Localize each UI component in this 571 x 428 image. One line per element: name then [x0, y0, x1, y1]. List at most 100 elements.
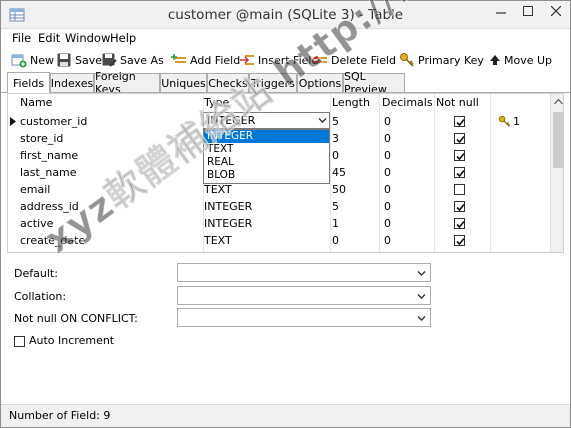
primary-key-icon: [498, 115, 510, 127]
tab-uniques[interactable]: Uniques: [160, 73, 207, 92]
field-name-cell[interactable]: address_id: [20, 198, 79, 215]
column-header-length[interactable]: Length: [332, 96, 370, 109]
field-decimals-cell[interactable]: 0: [384, 164, 391, 181]
menu-edit[interactable]: Edit: [38, 31, 60, 45]
field-name-cell[interactable]: store_id: [20, 130, 63, 147]
save-label: Save: [75, 53, 103, 67]
not-null-conflict-label: Not null ON CONFLICT:: [14, 312, 138, 325]
field-row[interactable]: create_date TEXT 0 0: [8, 232, 550, 249]
auto-increment-label: Auto Increment: [29, 334, 115, 347]
close-button[interactable]: [541, 1, 570, 21]
save-button[interactable]: Save: [56, 50, 102, 70]
save-as-button[interactable]: Save As: [101, 50, 164, 70]
field-type-cell[interactable]: TEXT: [204, 232, 232, 249]
field-properties-panel: Default: Collation: Not null ON CONFLICT…: [1, 257, 570, 397]
tab-sql-preview[interactable]: SQL Preview: [343, 70, 405, 96]
field-length-cell[interactable]: 5: [332, 198, 339, 215]
minimize-button[interactable]: [487, 1, 514, 21]
chevron-down-icon: [417, 316, 426, 321]
field-length-cell[interactable]: 3: [332, 130, 339, 147]
column-header-not-null[interactable]: Not null: [436, 96, 479, 109]
field-name-cell[interactable]: last_name: [20, 164, 77, 181]
grid-vertical-scrollbar[interactable]: [550, 94, 563, 252]
column-header-name[interactable]: Name: [20, 96, 52, 109]
not-null-conflict-combobox[interactable]: [177, 308, 431, 327]
insert-field-label: Insert Field: [258, 53, 319, 67]
type-combobox[interactable]: INTEGER: [203, 112, 330, 129]
field-row[interactable]: active INTEGER 1 0: [8, 215, 550, 232]
add-field-button[interactable]: Add Field: [171, 50, 240, 70]
tab-options[interactable]: Options: [297, 73, 343, 92]
add-field-icon: [171, 54, 186, 63]
add-field-label: Add Field: [190, 53, 241, 67]
new-button[interactable]: New: [11, 50, 54, 70]
column-header-type[interactable]: Type: [204, 96, 229, 109]
field-name-cell[interactable]: first_name: [20, 147, 78, 164]
tab-foreign-keys[interactable]: Foreign Keys: [94, 70, 160, 96]
minimize-icon: [495, 12, 506, 14]
title-bar[interactable]: customer @main (SQLite 3) - Table: [1, 1, 570, 29]
chevron-down-icon[interactable]: [318, 116, 327, 125]
move-up-button[interactable]: Move Up: [489, 50, 552, 70]
field-type-cell[interactable]: INTEGER: [204, 198, 252, 215]
field-name-cell[interactable]: email: [20, 181, 50, 198]
field-length-cell[interactable]: 5: [332, 113, 339, 130]
window-title: customer @main (SQLite 3) - Table: [167, 7, 404, 23]
scroll-up-icon[interactable]: [554, 98, 563, 105]
field-length-cell[interactable]: 45: [332, 164, 346, 181]
tab-fields[interactable]: Fields: [7, 72, 50, 93]
menu-bar: File Edit Window Help: [1, 29, 570, 47]
not-null-checkbox[interactable]: [454, 235, 465, 246]
maximize-icon: [522, 6, 533, 16]
maximize-button[interactable]: [514, 1, 541, 21]
type-dropdown-list: INTEGER TEXT REAL BLOB: [203, 129, 330, 184]
scrollbar-thumb[interactable]: [553, 112, 563, 168]
not-null-checkbox[interactable]: [454, 133, 465, 144]
not-null-checkbox[interactable]: [454, 184, 465, 195]
field-decimals-cell[interactable]: 0: [384, 232, 391, 249]
column-header-decimals[interactable]: Decimals: [382, 96, 433, 109]
default-combobox[interactable]: [177, 263, 431, 282]
arrow-up-icon: [490, 55, 500, 65]
not-null-checkbox[interactable]: [454, 201, 465, 212]
not-null-checkbox[interactable]: [454, 218, 465, 229]
field-row[interactable]: address_id INTEGER 5 0: [8, 198, 550, 215]
new-table-icon: [11, 54, 27, 68]
menu-file[interactable]: File: [12, 31, 31, 45]
field-length-cell[interactable]: 1: [332, 215, 339, 232]
type-option-integer[interactable]: INTEGER: [204, 130, 329, 143]
collation-combobox[interactable]: [177, 286, 431, 305]
field-decimals-cell[interactable]: 0: [384, 215, 391, 232]
menu-help[interactable]: Help: [110, 31, 136, 45]
type-option-text[interactable]: TEXT: [204, 143, 329, 156]
field-length-cell[interactable]: 50: [332, 181, 346, 198]
designer-tabs: Fields Indexes Foreign Keys Uniques Chec…: [1, 70, 570, 96]
auto-increment-checkbox[interactable]: [14, 336, 25, 347]
field-decimals-cell[interactable]: 0: [384, 113, 391, 130]
field-decimals-cell[interactable]: 0: [384, 147, 391, 164]
type-option-blob[interactable]: BLOB: [204, 169, 329, 182]
not-null-checkbox[interactable]: [454, 116, 465, 127]
field-decimals-cell[interactable]: 0: [384, 130, 391, 147]
primary-key-button[interactable]: Primary Key: [399, 50, 484, 70]
tab-checks[interactable]: Checks: [207, 73, 249, 92]
field-name-cell[interactable]: active: [20, 215, 53, 232]
not-null-checkbox[interactable]: [454, 150, 465, 161]
field-name-cell[interactable]: create_date: [20, 232, 85, 249]
table-designer-window: customer @main (SQLite 3) - Table File E…: [0, 0, 571, 428]
menu-window[interactable]: Window: [65, 31, 110, 45]
type-option-real[interactable]: REAL: [204, 156, 329, 169]
chevron-down-icon: [417, 271, 426, 276]
not-null-checkbox[interactable]: [454, 167, 465, 178]
delete-field-button[interactable]: Delete Field: [312, 50, 396, 70]
field-length-cell[interactable]: 0: [332, 147, 339, 164]
field-decimals-cell[interactable]: 0: [384, 181, 391, 198]
tab-indexes[interactable]: Indexes: [50, 73, 94, 92]
collation-label: Collation:: [14, 290, 67, 303]
field-length-cell[interactable]: 0: [332, 232, 339, 249]
field-decimals-cell[interactable]: 0: [384, 198, 391, 215]
tab-triggers[interactable]: Triggers: [249, 73, 297, 92]
field-type-cell[interactable]: INTEGER: [204, 215, 252, 232]
insert-field-button[interactable]: Insert Field: [239, 50, 318, 70]
field-name-cell[interactable]: customer_id: [20, 113, 87, 130]
